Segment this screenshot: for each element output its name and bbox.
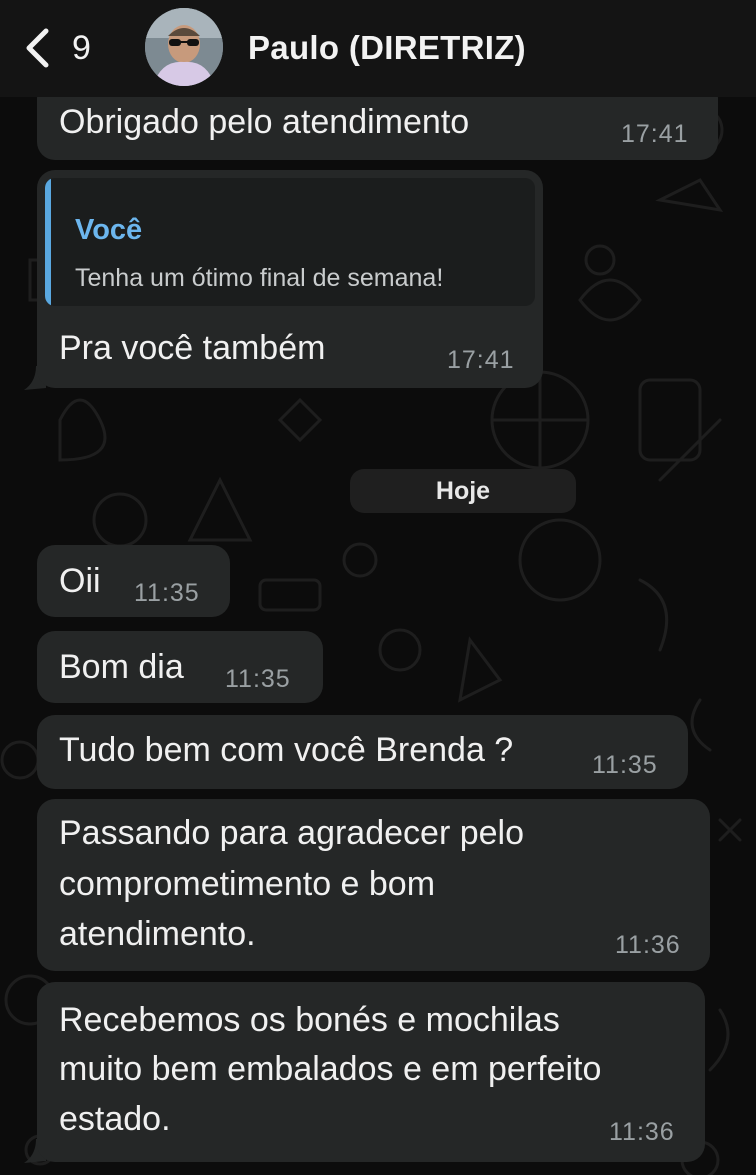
quoted-message[interactable]: Você Tenha um ótimo final de semana!: [45, 178, 535, 306]
message-time: 17:41: [621, 120, 689, 148]
message-time: 11:35: [592, 751, 658, 779]
message-text-line: estado.: [59, 1100, 171, 1138]
message-text-line: atendimento.: [59, 915, 256, 953]
message-text-line: Recebemos os bonés e mochilas: [59, 1001, 560, 1039]
message-text-line: Passando para agradecer pelo: [59, 814, 524, 852]
date-separator: Hoje: [350, 469, 576, 513]
message-time: 11:35: [225, 665, 291, 693]
message-time: 11:36: [615, 931, 681, 959]
message-time: 17:41: [447, 346, 515, 374]
message-bubble[interactable]: Oii 11:35: [37, 545, 230, 617]
chat-header: 9 Paulo (DIRETRIZ): [0, 0, 756, 97]
message-text-line: muito bem embalados e em perfeito: [59, 1050, 602, 1088]
quote-accent-bar: [45, 178, 51, 306]
contact-name[interactable]: Paulo (DIRETRIZ): [248, 28, 526, 68]
message-text: Pra você também: [59, 329, 326, 367]
message-time: 11:35: [134, 579, 200, 607]
avatar[interactable]: [145, 8, 223, 86]
message-bubble[interactable]: Bom dia 11:35: [37, 631, 323, 703]
message-text-line: comprometimento e bom: [59, 865, 436, 903]
quote-author: Você: [75, 214, 143, 246]
date-separator-label: Hoje: [435, 477, 491, 505]
message-text: Obrigado pelo atendimento: [59, 103, 470, 141]
message-bubble[interactable]: Recebemos os bonés e mochilas muito bem …: [37, 982, 705, 1162]
message-text: Tudo bem com você Brenda ?: [59, 731, 514, 769]
unread-count: 9: [72, 29, 91, 67]
message-bubble[interactable]: Tudo bem com você Brenda ? 11:35: [37, 715, 688, 789]
chevron-left-icon: [26, 28, 49, 68]
chat-screen: 9 Paulo (DIRETRIZ) Obrigado pelo atendim…: [0, 0, 756, 1175]
quote-text: Tenha um ótimo final de semana!: [75, 264, 444, 292]
back-button[interactable]: 9: [24, 22, 114, 74]
avatar-photo: [145, 8, 223, 86]
message-time: 11:36: [609, 1118, 675, 1146]
message-bubble[interactable]: Passando para agradecer pelo comprometim…: [37, 799, 710, 971]
message-bubble[interactable]: Você Tenha um ótimo final de semana! Pra…: [37, 170, 543, 388]
message-text: Oii: [59, 562, 101, 600]
message-text: Bom dia: [59, 648, 184, 686]
